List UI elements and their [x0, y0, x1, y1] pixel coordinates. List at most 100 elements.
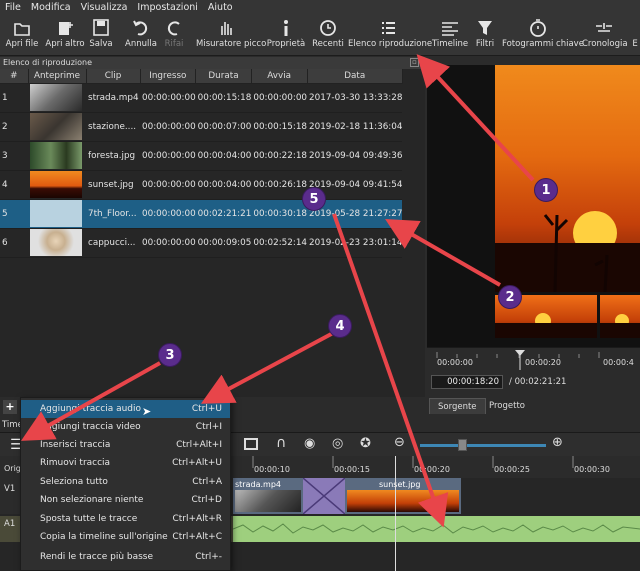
menubar: File Modifica Visualizza Impostazioni Ai… — [0, 0, 640, 14]
menu-item-select-none[interactable]: Non selezionare niente Ctrl+D — [21, 491, 230, 509]
clip-date: 2019-09-04 09:49:36 — [307, 141, 403, 171]
transition-clip[interactable] — [302, 477, 346, 515]
track-v1-label: V1 — [4, 484, 16, 494]
menu-item-label: Rimuovi traccia — [40, 458, 111, 468]
video-viewer — [427, 57, 640, 347]
tl-tick-25: 00:00:25 — [494, 465, 530, 474]
split-icon[interactable] — [244, 438, 258, 450]
save-button[interactable]: Salva — [88, 18, 114, 54]
mouse-cursor-icon: ➤ — [142, 405, 152, 418]
history-icon — [596, 23, 612, 32]
viewer-tabs: Sorgente Progetto — [427, 396, 640, 416]
more-label: E — [632, 39, 638, 49]
tab-source[interactable]: Sorgente — [429, 398, 486, 414]
menu-item-make-tracks-shorter[interactable]: Rendi le tracce più basse Ctrl+- — [21, 548, 230, 566]
table-row[interactable]: 1 strada.mp4 00:00:00:00 00:00:15:18 00:… — [0, 83, 403, 113]
annotation-badge-3: 3 — [158, 343, 182, 367]
menu-item-ripple-all-tracks[interactable]: Sposta tutte le tracce Ctrl+Alt+R — [21, 510, 230, 528]
table-row[interactable]: 3 foresta.jpg 00:00:00:00 00:00:04:00 00… — [0, 141, 403, 171]
undo-button[interactable]: Annulla — [124, 18, 158, 54]
menu-item-add-video-track[interactable]: Aggiungi traccia video Ctrl+I — [21, 418, 230, 436]
clip-sunset-label: sunset.jpg — [379, 480, 421, 489]
peak-meter-button[interactable]: Misuratore picco — [196, 18, 266, 54]
col-thumbnails[interactable]: Anteprime — [28, 69, 87, 84]
row-number: 3 — [0, 141, 28, 171]
clip-sunset[interactable]: sunset.jpg — [345, 478, 461, 514]
col-number[interactable]: # — [0, 69, 29, 84]
menu-file[interactable]: File — [0, 2, 26, 13]
recent-button[interactable]: Recenti — [310, 18, 346, 54]
table-row[interactable]: 4 sunset.jpg 00:00:00:00 00:00:04:00 00:… — [0, 170, 403, 200]
menu-item-select-all[interactable]: Seleziona tutto Ctrl+A — [21, 473, 230, 491]
total-time: / 00:02:21:21 — [509, 377, 567, 387]
viewer-ruler[interactable]: 00:00:00 00:00:20 00:00:4 — [427, 347, 640, 370]
col-date[interactable]: Data — [307, 69, 403, 84]
table-row-selected[interactable]: 5 7th_Floor... 00:00:00:00 00:02:21:21 0… — [0, 199, 403, 229]
more-button[interactable]: E — [630, 18, 640, 54]
menu-item-label: Seleziona tutto — [40, 477, 108, 487]
toolbar: Apri file Apri altro Salva Annulla Rifai… — [0, 14, 640, 56]
open-other-button[interactable]: Apri altro — [44, 18, 86, 54]
menu-settings[interactable]: Impostazioni — [132, 2, 203, 13]
col-clip[interactable]: Clip — [86, 69, 141, 84]
playlist-label: Elenco riproduzione — [348, 39, 433, 49]
orig-label: Orig — [4, 464, 21, 473]
more-icon — [630, 18, 640, 38]
col-in[interactable]: Ingresso — [140, 69, 197, 84]
clip-strada[interactable]: strada.mp4 — [233, 478, 303, 514]
filters-label: Filtri — [475, 39, 495, 49]
zoom-in-icon[interactable]: ⊕ — [552, 435, 563, 450]
table-row[interactable]: 6 cappucci... 00:00:00:00 00:00:09:05 00… — [0, 228, 403, 258]
clip-start: 00:00:30:18 — [251, 199, 308, 229]
keyframes-button[interactable]: Fotogrammi chiave — [502, 18, 584, 54]
timeline-playhead[interactable] — [395, 456, 396, 571]
history-button[interactable]: Cronologia — [582, 18, 628, 54]
playlist-button[interactable]: Elenco riproduzione — [348, 18, 433, 54]
timeline-ruler[interactable]: 00:00:10 00:00:15 00:00:20 00:00:25 00:0… — [233, 456, 640, 478]
menu-item-label: Inserisci traccia — [40, 440, 111, 450]
clip-start: 00:00:15:18 — [251, 112, 308, 142]
menu-item-insert-track[interactable]: Inserisci traccia Ctrl+Alt+I — [21, 436, 230, 454]
video-frame[interactable] — [495, 65, 640, 293]
timeline-icon — [442, 22, 458, 36]
col-start[interactable]: Avvia — [251, 69, 308, 84]
filters-button[interactable]: Filtri — [472, 18, 498, 54]
col-duration[interactable]: Durata — [195, 69, 252, 84]
thumbnail — [28, 170, 86, 200]
audio-clip[interactable] — [232, 516, 640, 542]
menu-help[interactable]: Aiuto — [203, 2, 238, 13]
zoom-slider-handle[interactable] — [458, 439, 467, 451]
menu-item-copy-timeline-to-source[interactable]: Copia la timeline sull'origine Ctrl+Alt+… — [21, 528, 230, 546]
keyframes-label: Fotogrammi chiave — [502, 39, 584, 49]
ripple-all-icon[interactable]: ✪ — [360, 436, 371, 451]
table-row[interactable]: 2 stazione.... 00:00:00:00 00:00:07:00 0… — [0, 112, 403, 142]
add-track-button[interactable]: + — [3, 400, 17, 414]
open-file-button[interactable]: Apri file — [4, 18, 40, 54]
tl-tick-10: 00:00:10 — [254, 465, 290, 474]
menu-edit[interactable]: Modifica — [26, 2, 76, 13]
snap-magnet-icon[interactable]: ∩ — [276, 435, 286, 451]
menu-item-add-audio-track[interactable]: Aggiungi traccia audio Ctrl+U — [21, 400, 230, 418]
menu-view[interactable]: Visualizza — [76, 2, 133, 13]
ripple-icon[interactable]: ◎ — [332, 436, 343, 451]
tl-tick-15: 00:00:15 — [334, 465, 370, 474]
clip-duration: 00:00:04:00 — [195, 170, 252, 200]
clip-in: 00:00:00:00 — [140, 199, 196, 229]
menu-item-shortcut: Ctrl+I — [195, 422, 222, 432]
timeline-button[interactable]: Timeline — [432, 18, 468, 54]
zoom-slider[interactable] — [420, 444, 546, 447]
tab-project[interactable]: Progetto — [481, 398, 533, 414]
clip-name: 7th_Floor... — [86, 199, 140, 229]
zoom-out-icon[interactable]: ⊖ — [394, 435, 405, 450]
menu-item-remove-track[interactable]: Rimuovi traccia Ctrl+Alt+U — [21, 454, 230, 472]
row-number: 1 — [0, 83, 28, 113]
filmstrip-frame-2 — [600, 295, 640, 338]
open-other-icon — [59, 22, 73, 35]
redo-button[interactable]: Rifai — [160, 18, 188, 54]
menu-item-label: Non selezionare niente — [40, 495, 144, 505]
scrub-eye-icon[interactable]: ◉ — [304, 436, 315, 451]
menu-item-shortcut: Ctrl+A — [192, 477, 222, 487]
properties-button[interactable]: Proprietà — [266, 18, 306, 54]
current-time-field[interactable]: 00:00:18:20 — [431, 375, 503, 389]
float-panel-icon[interactable]: ▫ — [410, 58, 419, 67]
